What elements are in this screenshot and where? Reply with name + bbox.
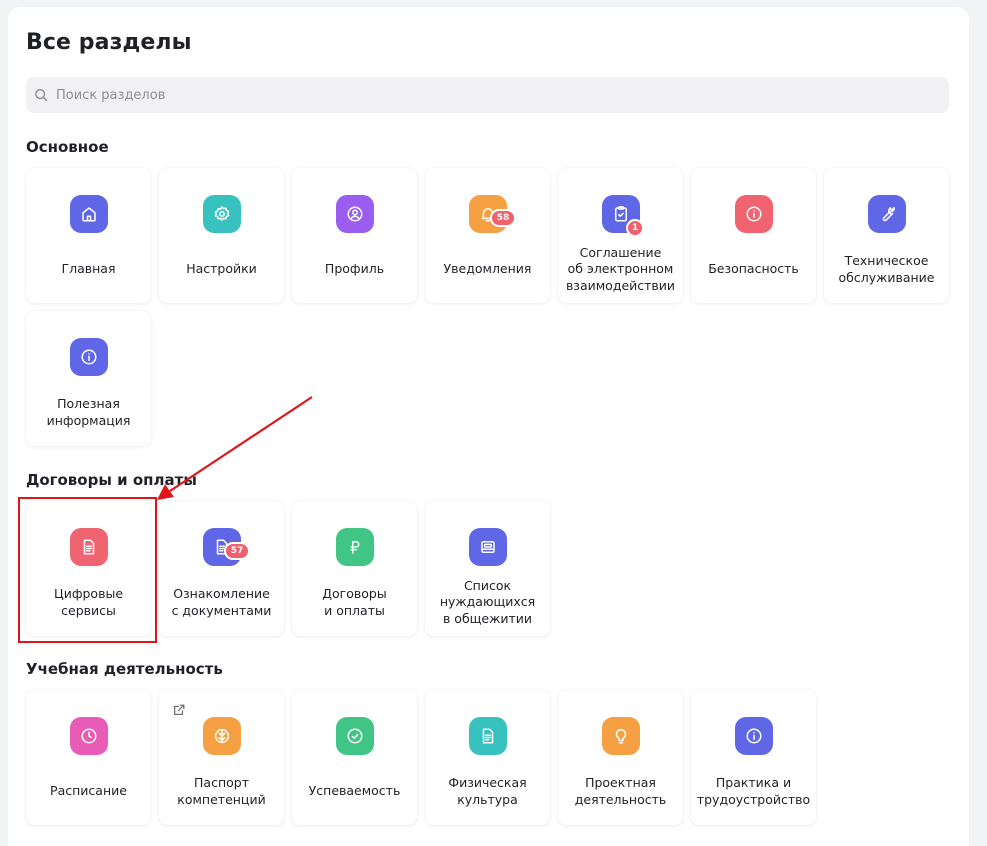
card-label: Расписание	[50, 783, 127, 799]
card-label: Уведомления	[443, 261, 532, 277]
card-practice-employment[interactable]: Практика и трудоустройство	[691, 690, 816, 825]
ruble-icon	[350, 541, 360, 554]
card-notifications[interactable]: 58 Уведомления	[425, 168, 550, 303]
card-label: Безопасность	[708, 261, 799, 277]
card-label: Паспорт компетенций	[177, 775, 266, 807]
search-input[interactable]	[56, 87, 936, 103]
documents-count-badge: 57	[224, 542, 250, 560]
card-physical-culture[interactable]: Физическая культура	[425, 690, 550, 825]
card-schedule[interactable]: Расписание	[26, 690, 151, 825]
card-maintenance[interactable]: Техническое обслуживание	[824, 168, 949, 303]
card-electronic-agreement[interactable]: 1 Соглашение об электронном взаимодейств…	[558, 168, 683, 303]
document-icon	[83, 539, 95, 555]
card-label: Проектная деятельность	[574, 775, 667, 807]
card-security[interactable]: Безопасность	[691, 168, 816, 303]
search-icon	[35, 89, 47, 101]
card-digital-services[interactable]: Цифровые сервисы	[26, 501, 151, 636]
gear-icon	[214, 206, 230, 221]
card-label: Список нуждающихся в общежитии	[439, 577, 536, 626]
section-title-main: Основное	[26, 138, 109, 156]
card-label: Полезная информация	[46, 396, 131, 428]
card-dormitory-list[interactable]: Список нуждающихся в общежитии	[425, 501, 550, 636]
lightbulb-icon	[615, 729, 627, 744]
card-settings[interactable]: Настройки	[159, 168, 284, 303]
card-label: Успеваемость	[308, 783, 401, 799]
external-link-icon[interactable]	[172, 703, 186, 717]
user-circle-icon	[347, 206, 363, 222]
bed-icon	[481, 541, 495, 553]
card-document-review[interactable]: 57 Ознакомление с документами	[159, 501, 284, 636]
info-icon	[746, 206, 762, 222]
agreement-count-badge: 1	[626, 219, 645, 237]
card-label: Физическая культура	[448, 775, 527, 807]
card-profile[interactable]: Профиль	[292, 168, 417, 303]
card-label: Ознакомление с документами	[171, 586, 272, 618]
card-home[interactable]: Главная	[26, 168, 151, 303]
card-label: Профиль	[324, 261, 385, 277]
search-bar[interactable]	[26, 77, 949, 113]
info-icon	[81, 349, 97, 365]
card-competency-passport[interactable]: Паспорт компетенций	[159, 690, 284, 825]
card-label: Цифровые сервисы	[53, 586, 124, 618]
section-title-education: Учебная деятельность	[26, 660, 223, 678]
check-circle-icon	[347, 728, 363, 744]
card-label: Техническое обслуживание	[838, 253, 935, 285]
card-contracts-payments[interactable]: Договоры и оплаты	[292, 501, 417, 636]
card-academic-performance[interactable]: Успеваемость	[292, 690, 417, 825]
card-label: Настройки	[186, 261, 257, 277]
home-icon	[82, 207, 96, 222]
page-title: Все разделы	[26, 30, 192, 55]
info-icon	[746, 728, 762, 744]
clipboard-check-icon	[615, 206, 627, 222]
section-title-contracts: Договоры и оплаты	[26, 471, 197, 489]
card-useful-info[interactable]: Полезная информация	[26, 311, 151, 446]
card-label: Практика и трудоустройство	[696, 775, 811, 807]
card-project-activity[interactable]: Проектная деятельность	[558, 690, 683, 825]
card-label: Главная	[61, 261, 116, 277]
card-label: Соглашение об электронном взаимодействии	[565, 244, 676, 293]
card-label: Договоры и оплаты	[322, 586, 387, 618]
notification-count-badge: 58	[490, 209, 516, 227]
wrench-icon	[882, 206, 895, 222]
document-icon	[482, 728, 494, 744]
clock-icon	[81, 728, 97, 744]
brain-icon	[214, 728, 230, 744]
